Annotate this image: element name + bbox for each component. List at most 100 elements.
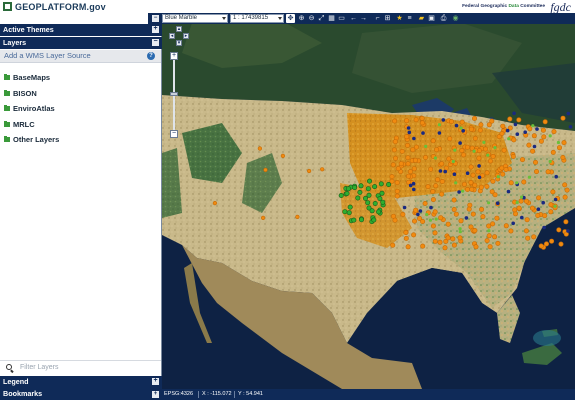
occurrence-point[interactable] bbox=[450, 236, 456, 242]
occurrence-point[interactable] bbox=[451, 242, 457, 248]
occurrence-point[interactable] bbox=[453, 148, 457, 152]
occurrence-point[interactable] bbox=[523, 198, 529, 204]
occurrence-point[interactable] bbox=[494, 215, 500, 221]
layer-item-bison[interactable]: BISON bbox=[4, 86, 59, 102]
occurrence-point[interactable] bbox=[558, 241, 564, 247]
occurrence-point[interactable] bbox=[527, 126, 533, 132]
occurrence-point[interactable] bbox=[404, 118, 410, 124]
occurrence-point[interactable] bbox=[458, 230, 462, 234]
occurrence-point[interactable] bbox=[535, 213, 541, 219]
occurrence-point[interactable] bbox=[403, 235, 409, 241]
zoom-minus-icon[interactable]: − bbox=[170, 130, 178, 138]
occurrence-point[interactable] bbox=[513, 122, 518, 127]
collapse-icon[interactable]: − bbox=[152, 38, 159, 46]
occurrence-point[interactable] bbox=[438, 215, 444, 221]
occurrence-point[interactable] bbox=[486, 153, 490, 157]
occurrence-point[interactable] bbox=[549, 238, 555, 244]
occurrence-point[interactable] bbox=[542, 213, 548, 219]
layer-item-basemaps[interactable]: BaseMaps bbox=[4, 70, 59, 86]
occurrence-point[interactable] bbox=[550, 189, 556, 195]
occurrence-point[interactable] bbox=[378, 181, 384, 187]
occurrence-point[interactable] bbox=[461, 129, 466, 133]
occurrence-point[interactable] bbox=[535, 127, 539, 131]
occurrence-point[interactable] bbox=[359, 217, 365, 223]
occurrence-point[interactable] bbox=[563, 219, 569, 225]
occurrence-point[interactable] bbox=[480, 214, 486, 220]
occurrence-point[interactable] bbox=[320, 167, 325, 172]
occurrence-point[interactable] bbox=[532, 159, 538, 165]
occurrence-point[interactable] bbox=[470, 172, 476, 178]
occurrence-point[interactable] bbox=[422, 155, 428, 161]
occurrence-point[interactable] bbox=[432, 238, 438, 244]
occurrence-point[interactable] bbox=[390, 242, 396, 248]
occurrence-point[interactable] bbox=[530, 148, 536, 154]
occurrence-point[interactable] bbox=[420, 219, 426, 225]
occurrence-point[interactable] bbox=[398, 161, 404, 167]
occurrence-point[interactable] bbox=[496, 175, 500, 179]
occurrence-point[interactable] bbox=[560, 155, 566, 161]
occurrence-point[interactable] bbox=[527, 175, 531, 179]
scale-select[interactable]: 1 : 17439815 bbox=[230, 14, 284, 23]
occurrence-point[interactable] bbox=[519, 157, 525, 163]
zoom-in-icon[interactable]: ⊕ bbox=[297, 14, 306, 23]
occurrence-point[interactable] bbox=[439, 191, 445, 197]
occurrence-point[interactable] bbox=[408, 183, 413, 188]
occurrence-point[interactable] bbox=[562, 194, 568, 200]
pan-down-icon[interactable]: ▾ bbox=[176, 40, 182, 46]
occurrence-point[interactable] bbox=[515, 200, 519, 205]
pan-right-icon[interactable]: ▸ bbox=[183, 33, 189, 39]
occurrence-point[interactable] bbox=[441, 118, 446, 122]
help-icon[interactable]: ? bbox=[147, 52, 155, 60]
occurrence-point[interactable] bbox=[358, 183, 364, 189]
occurrence-point[interactable] bbox=[484, 184, 490, 190]
occurrence-point[interactable] bbox=[260, 215, 266, 220]
occurrence-point[interactable] bbox=[487, 158, 493, 164]
zoom-thumb[interactable] bbox=[170, 92, 178, 96]
occurrence-point[interactable] bbox=[548, 159, 552, 164]
occurrence-point[interactable] bbox=[459, 126, 463, 130]
occurrence-point[interactable] bbox=[411, 232, 417, 238]
occurrence-point[interactable] bbox=[367, 178, 373, 184]
occurrence-point[interactable] bbox=[439, 179, 445, 185]
legend-header[interactable]: Legend + bbox=[0, 376, 162, 388]
occurrence-point[interactable] bbox=[448, 119, 454, 125]
occurrence-point[interactable] bbox=[414, 144, 420, 150]
star-icon[interactable]: ★ bbox=[395, 14, 404, 23]
occurrence-point[interactable] bbox=[413, 117, 419, 123]
occurrence-point[interactable] bbox=[257, 146, 262, 151]
occurrence-point[interactable] bbox=[523, 228, 529, 234]
occurrence-point[interactable] bbox=[430, 189, 436, 195]
occurrence-point[interactable] bbox=[542, 119, 548, 125]
occurrence-point[interactable] bbox=[459, 119, 465, 125]
occurrence-point[interactable] bbox=[510, 154, 516, 160]
occurrence-point[interactable] bbox=[515, 132, 520, 136]
zoom-out-icon[interactable]: ⊖ bbox=[307, 14, 316, 23]
occurrence-point[interactable] bbox=[538, 243, 544, 249]
occurrence-point[interactable] bbox=[372, 201, 378, 207]
layer-item-enviroatlas[interactable]: EnviroAtlas bbox=[4, 101, 59, 117]
occurrence-point[interactable] bbox=[386, 182, 392, 188]
occurrence-point[interactable] bbox=[521, 179, 527, 185]
occurrence-point[interactable] bbox=[425, 184, 431, 190]
occurrence-point[interactable] bbox=[347, 204, 353, 210]
occurrence-point[interactable] bbox=[295, 214, 300, 219]
occurrence-point[interactable] bbox=[437, 123, 441, 127]
basemap-select[interactable]: Blue Marble bbox=[162, 14, 228, 23]
occurrence-point[interactable] bbox=[389, 174, 395, 180]
occurrence-point[interactable] bbox=[490, 221, 496, 227]
occurrence-point[interactable] bbox=[505, 128, 510, 133]
occurrence-point[interactable] bbox=[439, 161, 445, 167]
occurrence-point[interactable] bbox=[506, 189, 511, 194]
forward-icon[interactable]: → bbox=[359, 14, 368, 23]
occurrence-point[interactable] bbox=[412, 157, 418, 163]
occurrence-point[interactable] bbox=[487, 244, 493, 250]
occurrence-point[interactable] bbox=[429, 205, 433, 210]
occurrence-point[interactable] bbox=[430, 197, 436, 203]
occurrence-point[interactable] bbox=[531, 124, 535, 128]
occurrence-point[interactable] bbox=[500, 123, 506, 129]
occurrence-point[interactable] bbox=[212, 201, 218, 206]
occurrence-point[interactable] bbox=[501, 147, 507, 153]
occurrence-point[interactable] bbox=[458, 141, 462, 145]
occurrence-point[interactable] bbox=[419, 115, 425, 121]
pan-up-icon[interactable]: ▴ bbox=[176, 26, 182, 32]
